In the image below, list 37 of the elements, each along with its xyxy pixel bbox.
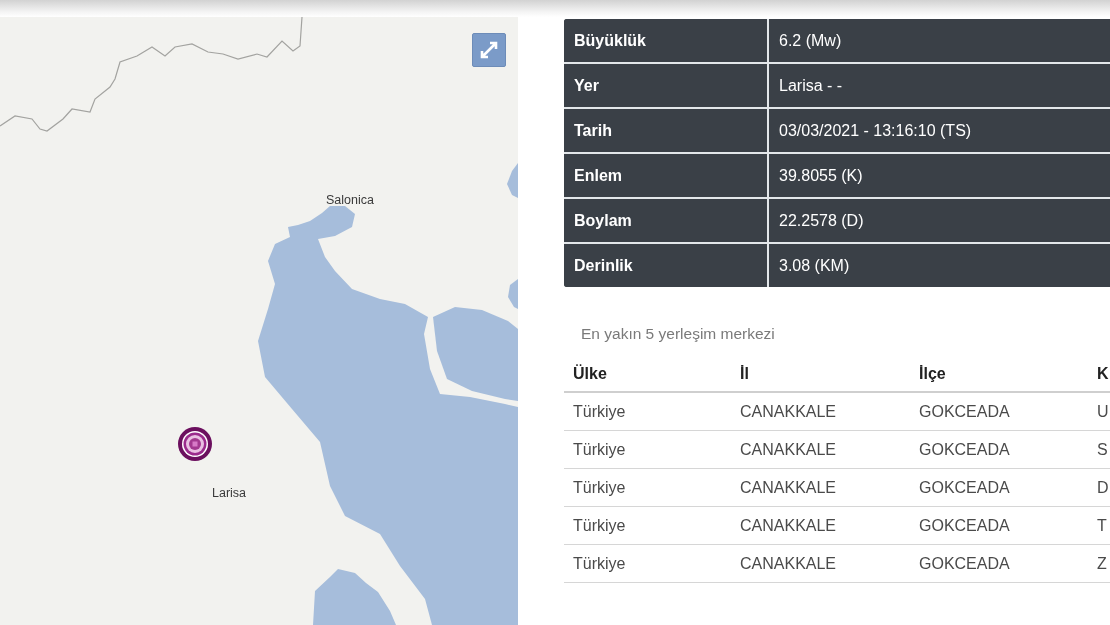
detail-label: Boylam	[564, 199, 769, 244]
table-cell-text: Z	[1097, 554, 1108, 573]
detail-label: Tarih	[564, 109, 769, 154]
detail-label: Yer	[564, 64, 769, 109]
detail-label: Enlem	[564, 154, 769, 199]
sea-area	[507, 163, 518, 198]
table-cell-text: Türkiye	[573, 478, 627, 497]
table-cell: U	[1097, 402, 1110, 421]
table-cell-text: Türkiye	[573, 402, 627, 421]
place-label: Salonica	[326, 193, 374, 207]
column-header: Ülke	[573, 365, 608, 383]
detail-label: Büyüklük	[564, 19, 769, 64]
table-cell-text: GOKCEADA	[919, 402, 1011, 421]
table-cell-text: CANAKKALE	[740, 440, 838, 459]
section-caption: En yakın 5 yerleşim merkezi	[580, 324, 776, 344]
table-cell-text: GOKCEADA	[919, 478, 1011, 497]
table-cell-text: Türkiye	[573, 554, 627, 573]
table-cell-text: GOKCEADA	[919, 554, 1011, 573]
place-label: Larisa	[212, 486, 246, 500]
target-marker-icon	[178, 427, 212, 461]
column-header: İlçe	[919, 365, 947, 383]
table-cell-text: GOKCEADA	[919, 440, 1011, 459]
table-cell-text: CANAKKALE	[740, 402, 838, 421]
table-cell-text: Türkiye	[573, 440, 627, 459]
column-header: K	[1097, 365, 1110, 383]
expand-icon	[479, 40, 499, 60]
expand-button[interactable]	[472, 33, 506, 67]
detail-label: Derinlik	[564, 244, 769, 287]
table-cell-text: CANAKKALE	[740, 554, 838, 573]
column-header: İl	[740, 365, 750, 383]
table-cell-text: GOKCEADA	[919, 516, 1011, 535]
table-cell-text: S	[1097, 440, 1109, 459]
table-cell-text: CANAKKALE	[740, 478, 838, 497]
table-cell: D	[1097, 478, 1110, 497]
table-cell-text: Türkiye	[573, 516, 627, 535]
table-cell-text: CANAKKALE	[740, 516, 838, 535]
table-cell-text: T	[1097, 516, 1108, 535]
